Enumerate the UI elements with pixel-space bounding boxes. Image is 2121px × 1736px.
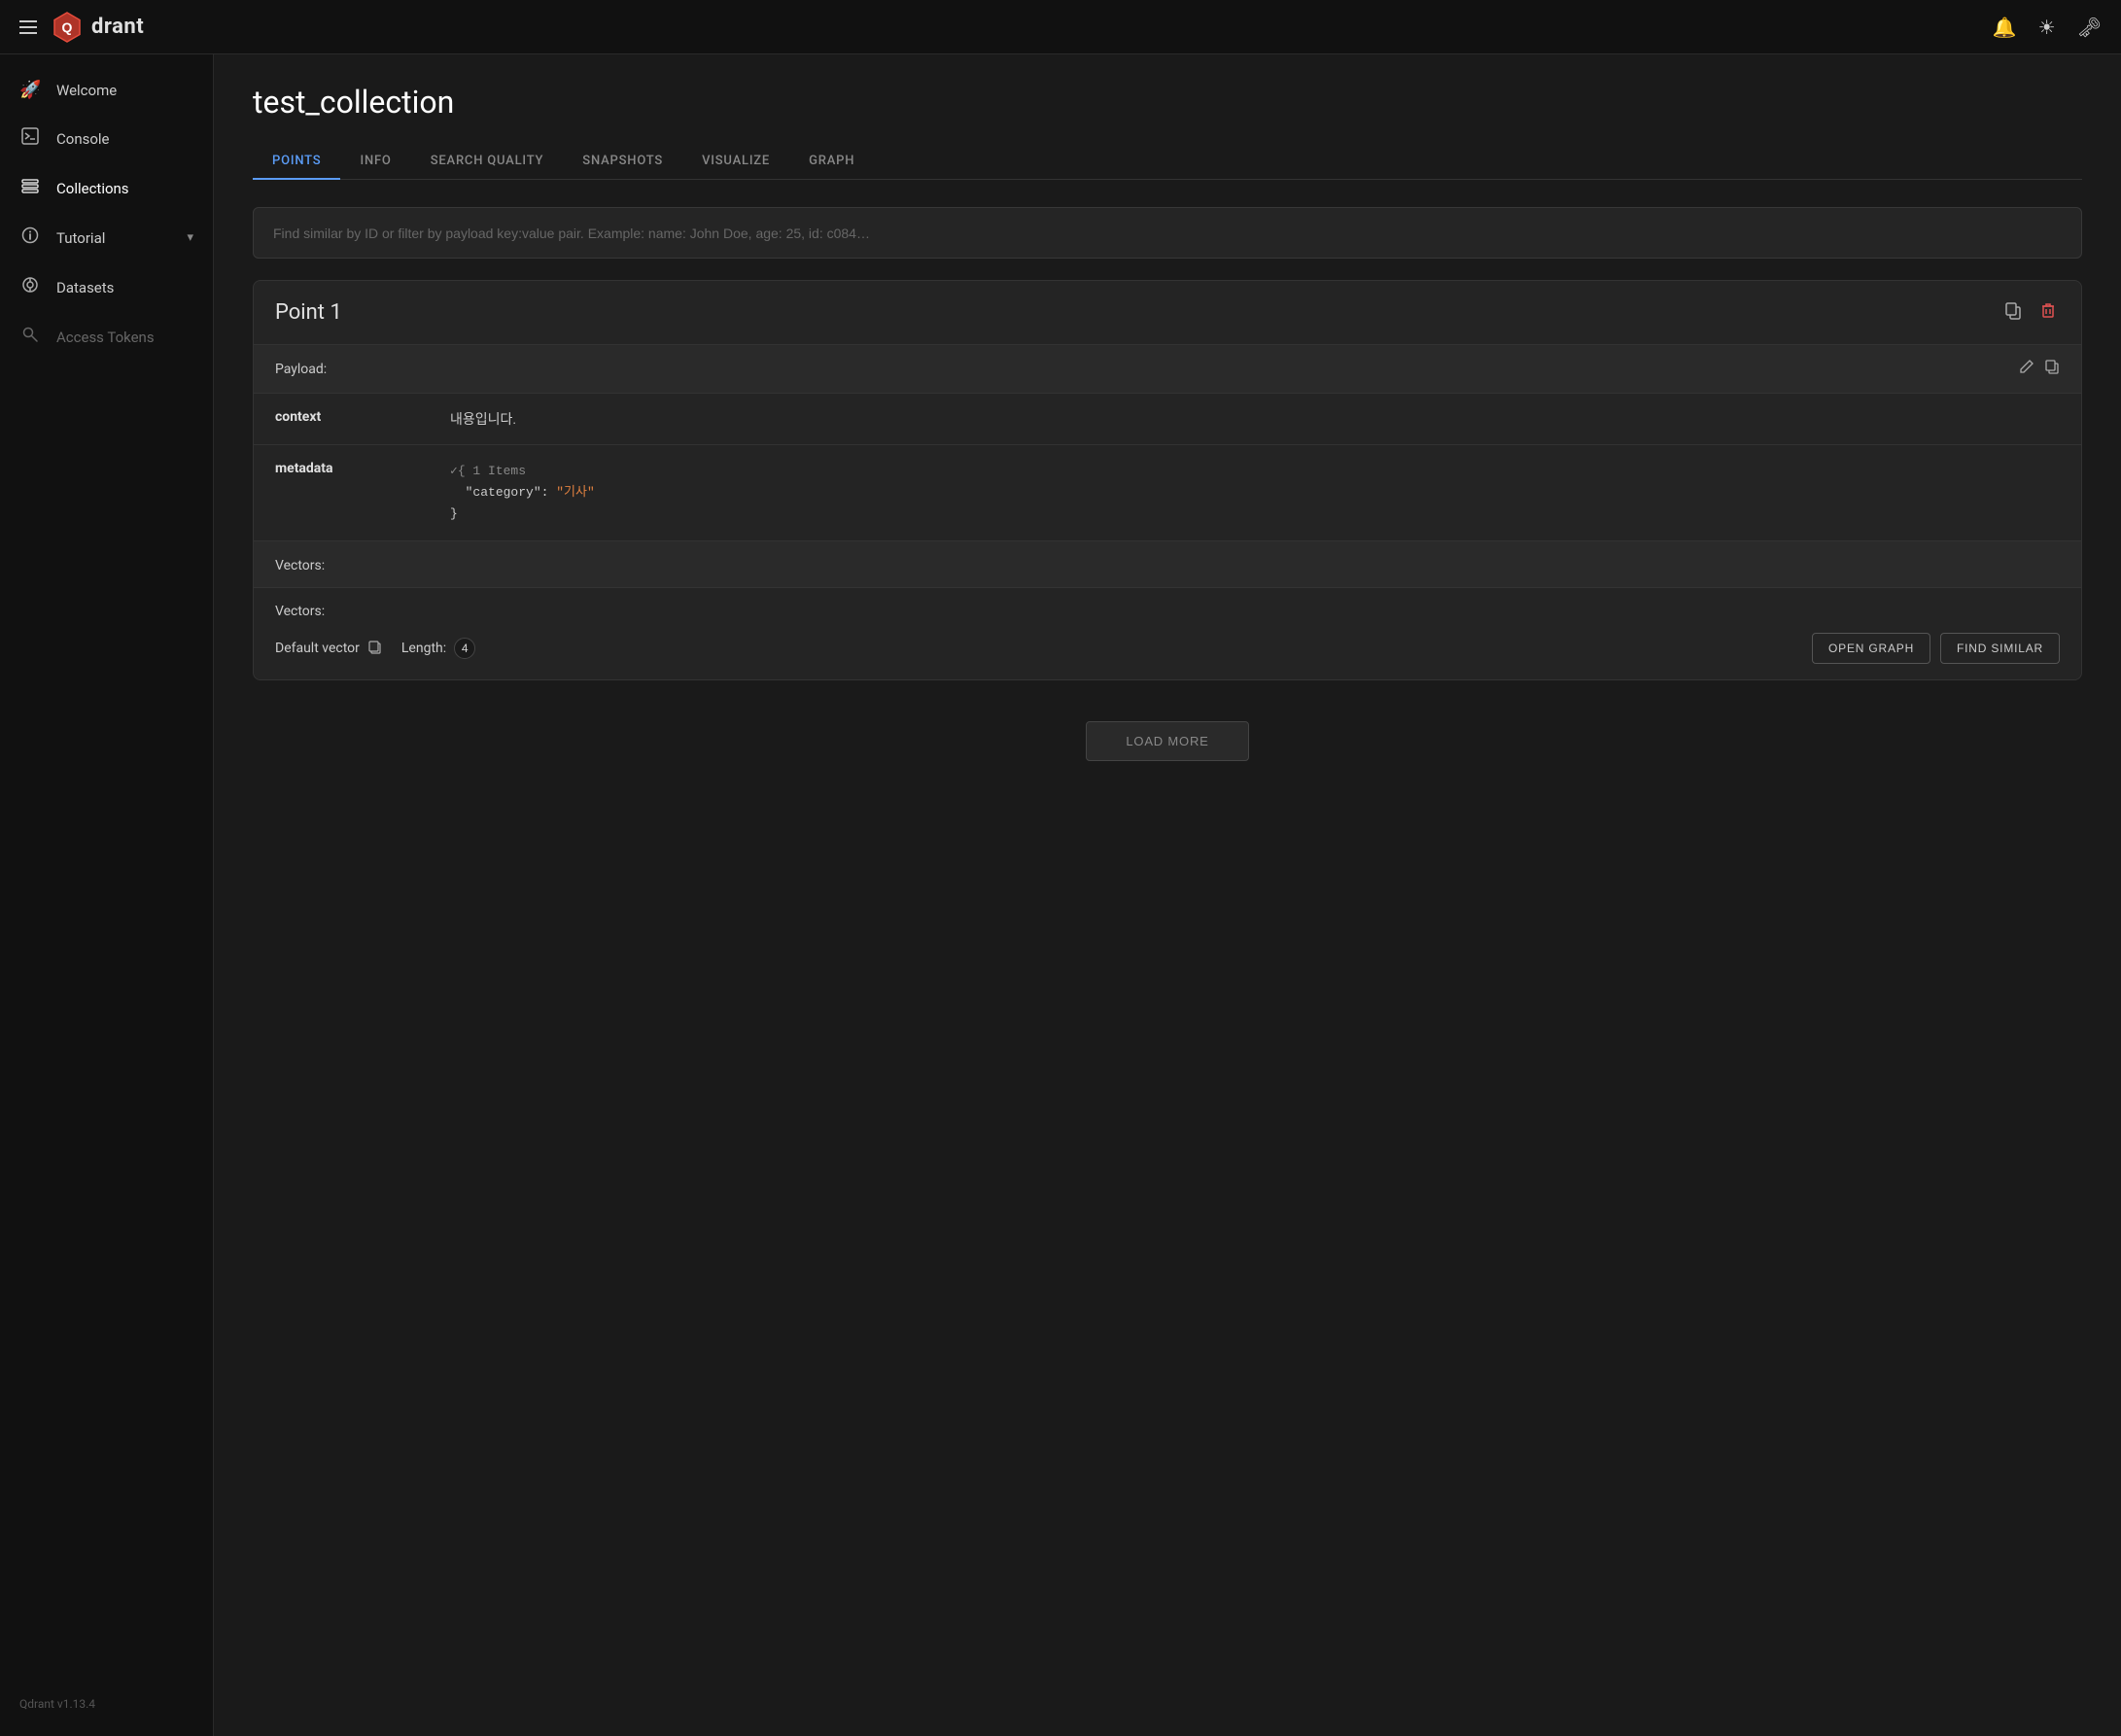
datasets-icon <box>19 276 41 298</box>
default-vector-label: Default vector <box>275 641 360 656</box>
topbar: Q drant 🔔 ☀ 🗝 <box>0 0 2121 54</box>
vector-buttons: OPEN GRAPH FIND SIMILAR <box>1812 633 2060 664</box>
sidebar: 🚀 Welcome Console Collections Tutorial ▾ <box>0 54 214 1736</box>
version-label: Qdrant v1.13.4 <box>19 1697 95 1711</box>
key-icon[interactable]: 🗝 <box>2077 16 2102 39</box>
copy-point-button[interactable] <box>2001 298 2025 327</box>
point-card-header: Point 1 <box>254 281 2081 344</box>
collections-icon <box>19 177 41 199</box>
tabs-bar: POINTS INFO SEARCH QUALITY SNAPSHOTS VIS… <box>253 144 2082 180</box>
welcome-icon: 🚀 <box>19 80 41 100</box>
length-label: Length: <box>401 641 446 656</box>
metadata-json-close: } <box>450 506 458 521</box>
point-actions <box>2001 298 2060 327</box>
table-row-context: context 내용입니다. <box>254 394 2081 445</box>
metadata-json-line1: ✓{ 1 Items <box>450 464 526 478</box>
layout: 🚀 Welcome Console Collections Tutorial ▾ <box>0 54 2121 1736</box>
sidebar-item-console[interactable]: Console <box>0 114 213 163</box>
tutorial-icon <box>19 226 41 249</box>
sidebar-item-datasets[interactable]: Datasets <box>0 262 213 312</box>
load-more-area: LOAD MORE <box>253 702 2082 781</box>
theme-icon[interactable]: ☀ <box>2038 16 2056 39</box>
metadata-json: ✓{ 1 Items "category": "기사" } <box>450 461 2060 525</box>
tab-snapshots[interactable]: SNAPSHOTS <box>563 144 682 180</box>
chevron-down-icon: ▾ <box>187 230 193 245</box>
tab-points[interactable]: POINTS <box>253 144 340 180</box>
delete-point-button[interactable] <box>2036 298 2060 327</box>
sidebar-item-access-tokens[interactable]: Access Tokens <box>0 312 213 362</box>
tab-info[interactable]: INFO <box>340 144 410 180</box>
svg-text:Q: Q <box>62 19 73 35</box>
point-card: Point 1 Payload: <box>253 280 2082 680</box>
logo-icon: Q <box>51 11 84 44</box>
vectors-label-top: Vectors: <box>275 558 325 573</box>
sidebar-item-label-welcome: Welcome <box>56 82 117 99</box>
metadata-json-key: "category" <box>466 485 541 500</box>
search-bar <box>253 207 2082 259</box>
sidebar-item-collections[interactable]: Collections <box>0 163 213 213</box>
copy-vector-button[interactable] <box>367 640 382 658</box>
sidebar-item-label-tutorial: Tutorial <box>56 229 105 247</box>
payload-table: context 내용입니다. metadata ✓{ 1 Items "cate… <box>254 393 2081 540</box>
sidebar-item-tutorial[interactable]: Tutorial ▾ <box>0 213 213 262</box>
vector-row: Default vector Length: 4 OPEN GRAPH FIND… <box>275 633 2060 664</box>
length-badge: 4 <box>454 638 475 659</box>
payload-label: Payload: <box>275 362 327 377</box>
default-vector-name: Default vector <box>275 640 382 658</box>
sidebar-item-label-datasets: Datasets <box>56 279 114 296</box>
logo-text: drant <box>91 15 144 39</box>
tab-search-quality[interactable]: SEARCH QUALITY <box>411 144 564 180</box>
page-title: test_collection <box>253 84 2082 121</box>
topbar-left: Q drant <box>19 11 144 44</box>
console-icon <box>19 127 41 150</box>
hamburger-menu[interactable] <box>19 20 37 34</box>
metadata-json-string-value: "기사" <box>556 485 595 500</box>
table-row-metadata: metadata ✓{ 1 Items "category": "기사" } <box>254 445 2081 541</box>
vectors-detail-label: Vectors: <box>275 604 2060 619</box>
notification-icon[interactable]: 🔔 <box>1993 16 2017 39</box>
vector-length: Length: 4 <box>401 638 475 659</box>
tab-graph[interactable]: GRAPH <box>789 144 874 180</box>
sidebar-item-label-access-tokens: Access Tokens <box>56 329 155 346</box>
main-content: test_collection POINTS INFO SEARCH QUALI… <box>214 54 2121 1736</box>
context-key: context <box>254 394 429 445</box>
point-title: Point 1 <box>275 300 342 325</box>
topbar-right: 🔔 ☀ 🗝 <box>1993 16 2102 39</box>
context-value: 내용입니다. <box>429 394 2081 445</box>
sidebar-item-welcome[interactable]: 🚀 Welcome <box>0 66 213 114</box>
sidebar-item-label-collections: Collections <box>56 180 129 197</box>
copy-payload-button[interactable] <box>2044 359 2060 379</box>
access-tokens-icon <box>19 326 41 348</box>
metadata-value: ✓{ 1 Items "category": "기사" } <box>429 445 2081 541</box>
logo: Q drant <box>51 11 144 44</box>
payload-section-header: Payload: <box>254 344 2081 393</box>
vectors-section-header: Vectors: <box>254 540 2081 587</box>
payload-icons <box>2019 359 2060 379</box>
open-graph-button[interactable]: OPEN GRAPH <box>1812 633 1930 664</box>
search-input[interactable] <box>273 226 2062 241</box>
load-more-button[interactable]: LOAD MORE <box>1086 721 1248 761</box>
sidebar-item-label-console: Console <box>56 130 110 148</box>
sidebar-footer: Qdrant v1.13.4 <box>0 1684 213 1724</box>
metadata-key: metadata <box>254 445 429 541</box>
find-similar-button[interactable]: FIND SIMILAR <box>1940 633 2060 664</box>
edit-payload-button[interactable] <box>2019 359 2034 379</box>
tab-visualize[interactable]: VISUALIZE <box>682 144 789 180</box>
vectors-detail: Vectors: Default vector Length: 4 OPEN G… <box>254 587 2081 679</box>
